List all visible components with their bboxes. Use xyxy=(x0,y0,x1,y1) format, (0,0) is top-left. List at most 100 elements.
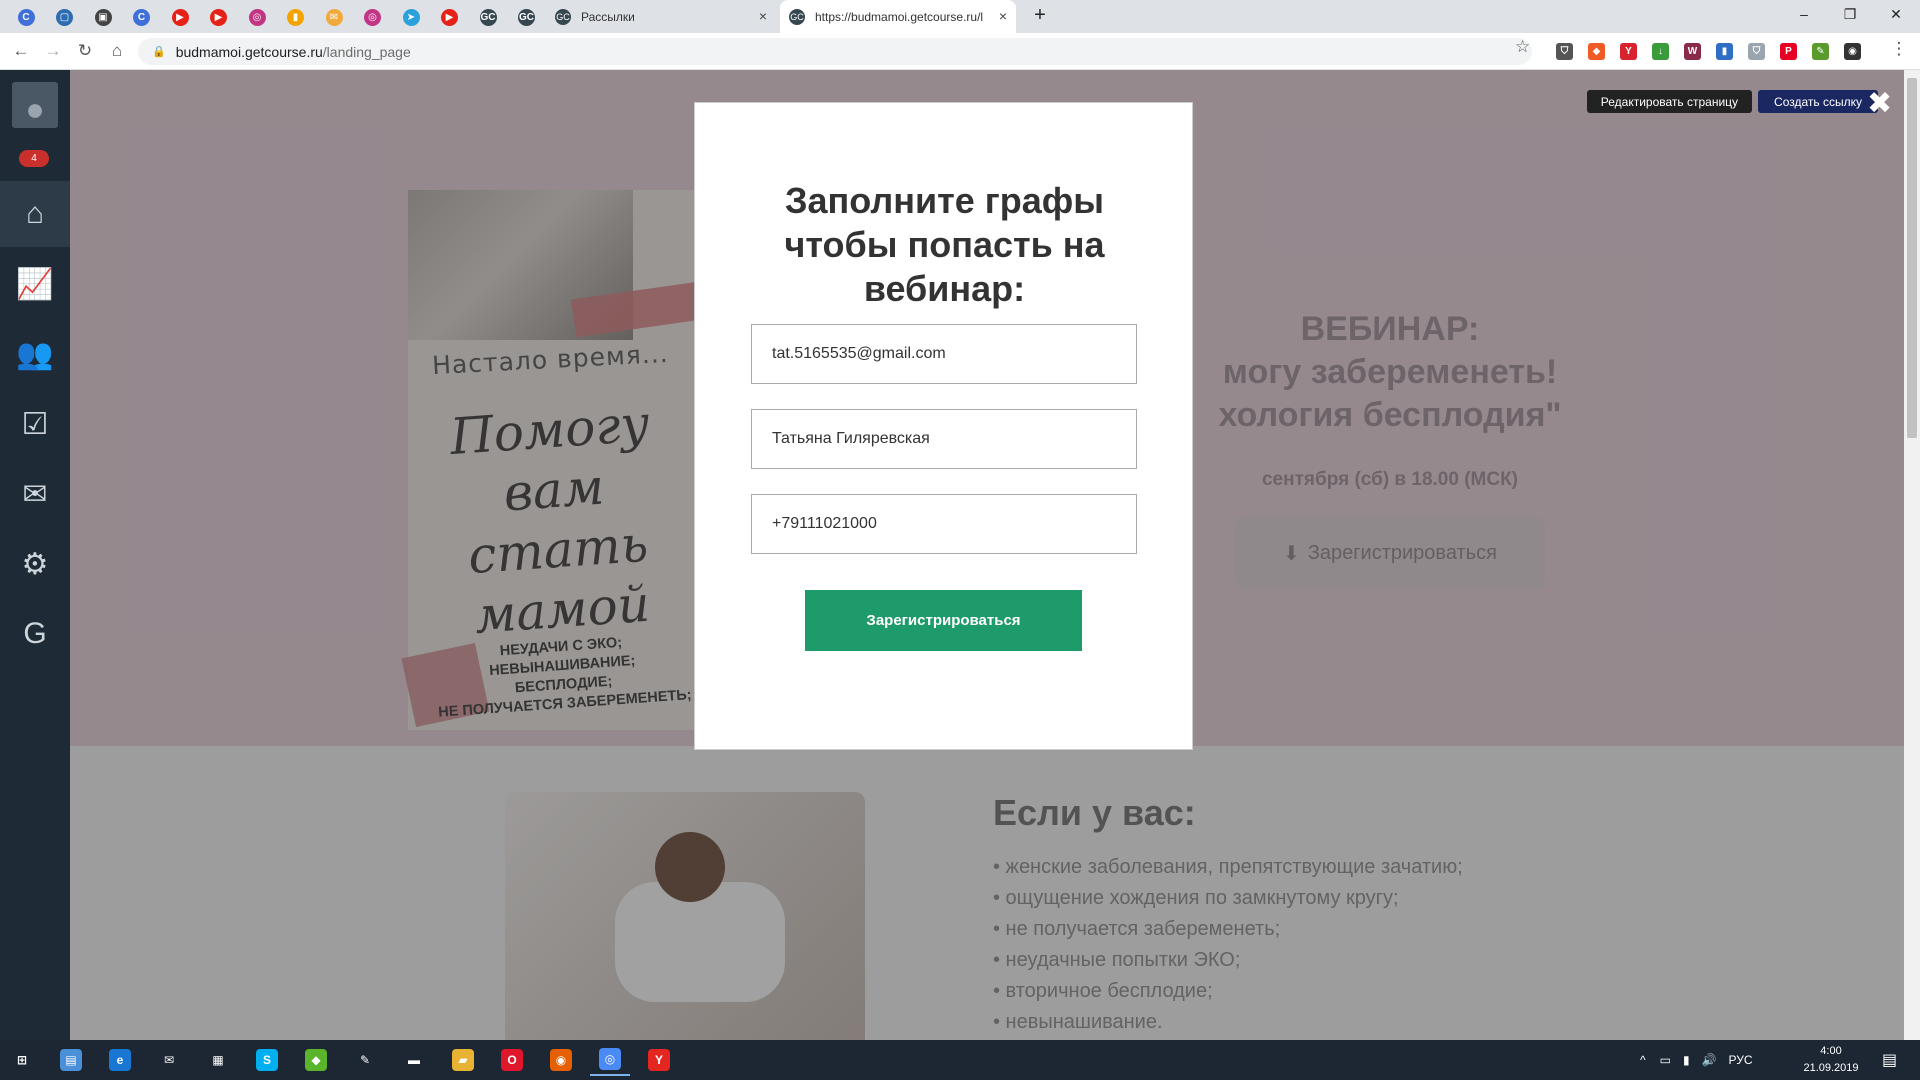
taskbar-button[interactable]: ⊞ xyxy=(2,1044,42,1076)
maximize-button[interactable]: ❐ xyxy=(1840,6,1860,23)
pinned-tab[interactable]: ▶ xyxy=(439,6,461,28)
tray-expand-icon[interactable]: ^ xyxy=(1640,1053,1646,1067)
skype-icon: S xyxy=(256,1049,278,1071)
taskbar-button[interactable]: Y xyxy=(639,1044,679,1076)
notification-center-icon[interactable]: ▤ xyxy=(1882,1050,1897,1070)
mail-icon[interactable]: ✉ xyxy=(0,461,70,527)
battery-icon[interactable]: ▮ xyxy=(1683,1053,1690,1067)
home-button-icon[interactable]: ⌂ xyxy=(106,41,128,61)
privacy-icon[interactable]: ⛉ xyxy=(1748,43,1765,60)
pinned-tab[interactable]: ▶ xyxy=(169,6,191,28)
clock[interactable]: 4:00 21.09.2019 xyxy=(1786,1043,1876,1077)
close-window-button[interactable]: ✕ xyxy=(1886,6,1906,23)
browser-menu-icon[interactable]: ⋮ xyxy=(1888,39,1910,59)
home-icon[interactable]: ⌂ xyxy=(0,181,70,247)
taskbar-button[interactable]: S xyxy=(247,1044,287,1076)
tab-title: Рассылки xyxy=(581,9,635,24)
pinned-tab[interactable]: ▶ xyxy=(208,6,230,28)
tab-mailings[interactable]: GC Рассылки × xyxy=(546,0,776,33)
registration-modal: Заполните графы чтобы попасть на вебинар… xyxy=(694,102,1193,750)
volume-icon[interactable]: 🔊 xyxy=(1702,1053,1717,1067)
language-indicator[interactable]: РУС xyxy=(1729,1053,1753,1067)
forward-arrow-icon[interactable]: → xyxy=(42,41,64,61)
modal-title: Заполните графы чтобы попасть на вебинар… xyxy=(784,180,1105,309)
shield-icon[interactable]: ⛉ xyxy=(1556,43,1573,60)
taskbar-button[interactable]: ▰ xyxy=(443,1044,483,1076)
avatar[interactable]: ● xyxy=(12,82,58,128)
download-icon[interactable]: ↓ xyxy=(1652,43,1669,60)
address-bar[interactable]: 🔒 budmamoi.getcourse.ru/landing_page xyxy=(138,38,1532,65)
getcourse-logo-icon[interactable]: G xyxy=(0,601,70,667)
scrollbar-thumb[interactable] xyxy=(1907,78,1917,438)
pinned-tab[interactable]: GC xyxy=(516,6,538,28)
pinned-tab[interactable]: ◎ xyxy=(362,6,384,28)
taskbar-button[interactable]: ◉ xyxy=(541,1044,581,1076)
create-link-button[interactable]: Создать ссылку xyxy=(1758,90,1878,113)
users-icon[interactable]: 👥 xyxy=(0,321,70,387)
landing-page: Настало время... Помогу вам стать мамой … xyxy=(70,70,1904,1040)
phone-field[interactable]: +79111021000 xyxy=(751,494,1137,554)
close-icon[interactable]: ✖ xyxy=(1867,86,1892,121)
profile-icon[interactable]: ◉ xyxy=(1844,43,1861,60)
taskbar-button[interactable]: e xyxy=(100,1044,140,1076)
instagram-icon: ◎ xyxy=(248,8,266,26)
page-scrollbar[interactable] xyxy=(1904,70,1920,1040)
minimize-button[interactable]: – xyxy=(1794,6,1814,22)
getcourse-sidebar: ● 4 ⌂ 📈 👥 ☑ ✉ ⚙ G xyxy=(0,70,70,1040)
paint-icon: ✎ xyxy=(354,1049,376,1071)
pinterest-icon[interactable]: P xyxy=(1780,43,1797,60)
email-field[interactable]: tat.5165535@gmail.com xyxy=(751,324,1137,384)
taskbar-button[interactable]: ▬ xyxy=(394,1044,434,1076)
calculator-icon: ▦ xyxy=(207,1049,229,1071)
pinned-tab[interactable]: C xyxy=(15,6,37,28)
tab-close-icon[interactable]: × xyxy=(999,8,1007,24)
pinned-tab[interactable]: C xyxy=(131,6,153,28)
pinned-tab[interactable]: ▮ xyxy=(285,6,307,28)
lock-icon: 🔒 xyxy=(152,46,166,58)
getcourse-blue-icon: C xyxy=(17,8,35,26)
taskbar-button[interactable]: ✎ xyxy=(345,1044,385,1076)
pinned-tab[interactable]: ▣ xyxy=(92,6,114,28)
pinned-tab[interactable]: ✉ xyxy=(323,6,345,28)
green-app-icon: ◆ xyxy=(305,1049,327,1071)
yandex-bar-icon[interactable]: Y xyxy=(1620,43,1637,60)
pinned-tab[interactable]: ➤ xyxy=(400,6,422,28)
url-domain: budmamoi.getcourse.ru xyxy=(175,43,323,60)
admin-toolbar: Редактировать страницу Создать ссылку xyxy=(1586,90,1904,113)
pinned-tab[interactable]: ◎ xyxy=(246,6,268,28)
brave-icon[interactable]: ◆ xyxy=(1588,43,1605,60)
w-icon[interactable]: W xyxy=(1684,43,1701,60)
leaf-icon[interactable]: ✎ xyxy=(1812,43,1829,60)
system-tray: ^ ▭ ▮ 🔊 РУС xyxy=(1640,1040,1753,1080)
tasks-icon[interactable]: ☑ xyxy=(0,391,70,457)
media-icon: ▬ xyxy=(403,1049,425,1071)
taskbar-button[interactable]: O xyxy=(492,1044,532,1076)
tab-landing-page[interactable]: GC https://budmamoi.getcourse.ru/l × xyxy=(780,0,1016,33)
taskbar-button[interactable]: ✉ xyxy=(149,1044,189,1076)
name-field[interactable]: Татьяна Гиляревская xyxy=(751,409,1137,469)
bookmark-star-icon[interactable]: ☆ xyxy=(1515,37,1530,57)
reload-icon[interactable]: ↻ xyxy=(74,41,96,61)
taskbar-button[interactable]: ◎ xyxy=(590,1044,630,1076)
taskbar-button[interactable]: ◆ xyxy=(296,1044,336,1076)
taskbar-button[interactable]: ▦ xyxy=(198,1044,238,1076)
firefox-icon: ◉ xyxy=(550,1049,572,1071)
edit-page-button[interactable]: Редактировать страницу xyxy=(1586,90,1753,113)
stats-icon[interactable]: ▮ xyxy=(1716,43,1733,60)
notification-badge[interactable]: 4 xyxy=(19,150,49,167)
youtube-icon: ▶ xyxy=(441,8,458,26)
taskbar-button[interactable]: ▤ xyxy=(51,1044,91,1076)
submit-register-button[interactable]: Зарегистрироваться xyxy=(805,590,1082,651)
new-tab-button[interactable]: + xyxy=(1030,4,1050,27)
pinned-tab[interactable]: ▢ xyxy=(54,6,76,28)
save-icon: ▣ xyxy=(94,8,112,26)
url-path: /landing_page xyxy=(322,43,411,60)
pinned-tab[interactable]: GC xyxy=(477,6,499,28)
instagram-icon: ◎ xyxy=(364,8,381,26)
chart-icon[interactable]: 📈 xyxy=(0,251,70,317)
tab-close-icon[interactable]: × xyxy=(759,8,767,24)
network-icon[interactable]: ▭ xyxy=(1660,1053,1671,1067)
settings-icon[interactable]: ⚙ xyxy=(0,531,70,597)
back-arrow-icon[interactable]: ← xyxy=(10,41,32,61)
telegram-icon: ➤ xyxy=(402,8,420,26)
